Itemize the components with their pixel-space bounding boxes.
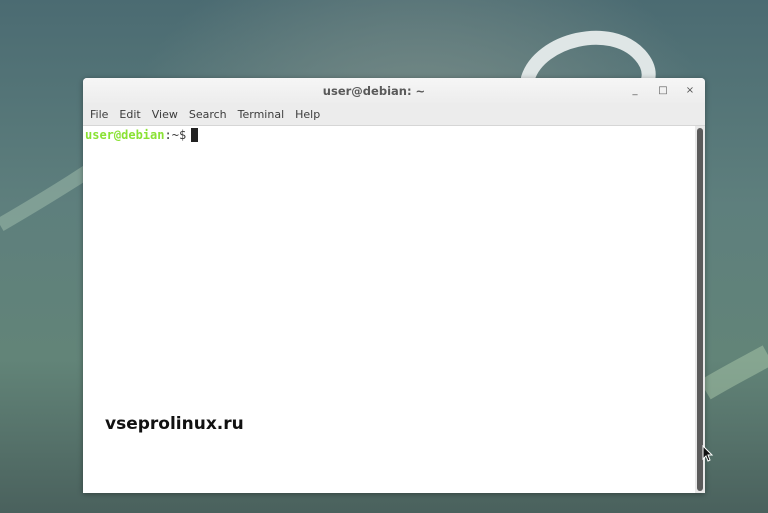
close-button[interactable]: × <box>683 84 697 98</box>
scrollbar[interactable] <box>695 126 705 493</box>
menu-bar: File Edit View Search Terminal Help <box>83 103 705 126</box>
watermark: vseprolinux.ru <box>105 414 244 434</box>
menu-view[interactable]: View <box>152 108 178 121</box>
scrollbar-thumb[interactable] <box>697 128 703 491</box>
terminal-area[interactable]: user@debian:~$ <box>83 126 695 493</box>
prompt-user: user@debian <box>85 128 165 142</box>
shell-prompt: user@debian:~$ <box>85 128 199 142</box>
minimize-button[interactable]: _ <box>628 84 642 98</box>
menu-terminal[interactable]: Terminal <box>238 108 285 121</box>
menu-help[interactable]: Help <box>295 108 320 121</box>
maximize-button[interactable]: □ <box>656 84 670 98</box>
prompt-separator: : <box>164 128 172 142</box>
menu-file[interactable]: File <box>90 108 108 121</box>
mouse-pointer-icon <box>702 445 714 462</box>
menu-edit[interactable]: Edit <box>119 108 140 121</box>
menu-search[interactable]: Search <box>189 108 227 121</box>
prompt-path: ~$ <box>171 128 187 142</box>
window-title: user@debian: ~ <box>322 84 426 98</box>
text-cursor <box>191 128 199 142</box>
title-bar[interactable]: user@debian: ~ _ □ × <box>83 78 705 103</box>
